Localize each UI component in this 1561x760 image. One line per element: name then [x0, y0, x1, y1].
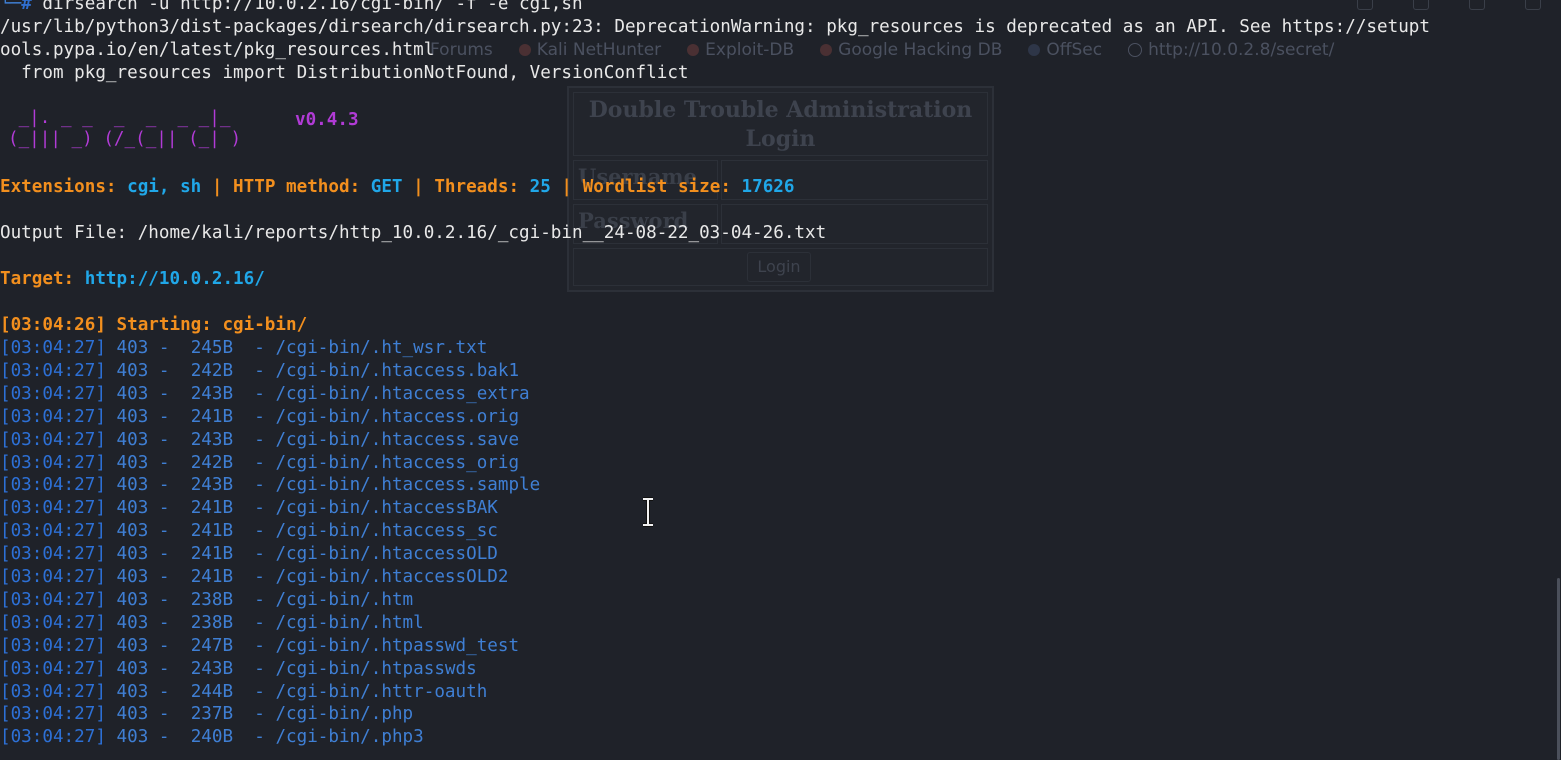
bookmark-kali-nethunter-label: Kali NetHunter: [536, 40, 662, 60]
bookmarks-bar: Forums Kali NetHunter Exploit-DB Google …: [430, 38, 1334, 62]
password-label: Password: [573, 204, 718, 244]
username-label: Username: [573, 160, 718, 200]
browser-toolbar-icons: [1357, 0, 1541, 10]
kali-icon: [518, 44, 531, 56]
bookmark-forums-label: Forums: [430, 40, 493, 60]
profile-icon[interactable]: [1469, 0, 1485, 10]
username-input[interactable]: [721, 160, 988, 200]
offsec-icon: [1028, 44, 1041, 56]
background-browser-window: Forums Kali NetHunter Exploit-DB Google …: [0, 0, 1561, 760]
login-form-title: Double Trouble Administration Login: [573, 92, 988, 156]
text-cursor-icon: [643, 497, 653, 527]
bookmark-exploit-db[interactable]: Exploit-DB: [687, 40, 794, 60]
login-button[interactable]: Login: [747, 252, 811, 282]
scrollbar-thumb[interactable]: [1557, 578, 1560, 760]
ghdb-icon: [820, 44, 833, 56]
bookmark-star-icon[interactable]: [1357, 0, 1373, 10]
bookmark-forums[interactable]: Forums: [430, 40, 493, 60]
bookmark-google-hacking-db-label: Google Hacking DB: [838, 40, 1003, 60]
login-form: Double Trouble Administration Login User…: [567, 86, 994, 292]
password-input[interactable]: [721, 204, 988, 244]
terminal-scrollbar[interactable]: [1553, 0, 1561, 760]
bookmark-secret-url-label: http://10.0.2.8/secret/: [1148, 40, 1335, 60]
exploitdb-icon: [687, 44, 700, 56]
bookmark-google-hacking-db[interactable]: Google Hacking DB: [820, 40, 1002, 60]
bookmark-kali-nethunter[interactable]: Kali NetHunter: [518, 40, 662, 60]
bookmark-offsec-label: OffSec: [1046, 40, 1103, 60]
extensions-icon[interactable]: [1413, 0, 1429, 10]
menu-icon[interactable]: [1525, 0, 1541, 10]
bookmark-secret-url[interactable]: http://10.0.2.8/secret/: [1128, 40, 1334, 60]
globe-icon: [1128, 43, 1143, 57]
bookmark-exploit-db-label: Exploit-DB: [705, 40, 795, 60]
bookmark-offsec[interactable]: OffSec: [1028, 40, 1102, 60]
